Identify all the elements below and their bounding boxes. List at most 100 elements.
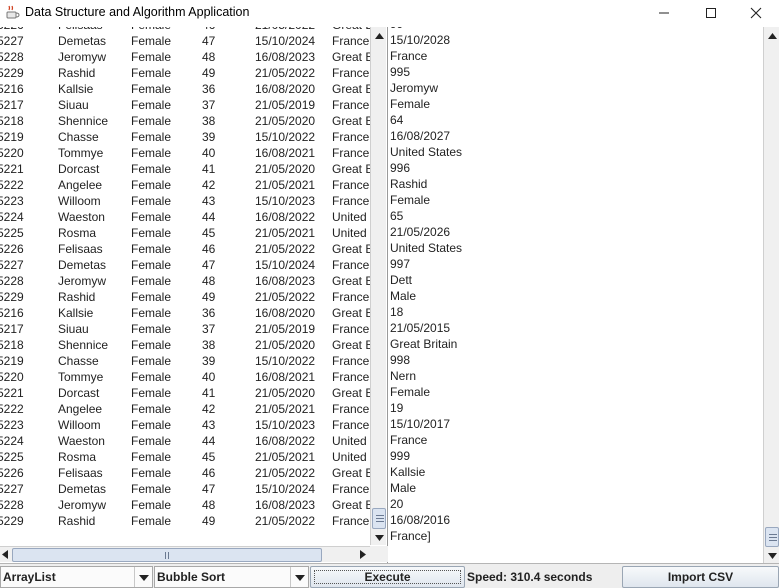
- scroll-down-arrow[interactable]: [371, 530, 387, 544]
- cell-age: 42: [202, 178, 216, 192]
- table-row[interactable]: 5229 Rashid Female 49 21/05/2022 France: [0, 65, 370, 81]
- algorithm-dropdown-button[interactable]: [290, 567, 308, 587]
- table-row[interactable]: 5224 Waeston Female 44 16/08/2022 United S: [0, 433, 370, 449]
- table-row[interactable]: 5216 Kallsie Female 36 16/08/2020 Great Brit: [0, 305, 370, 321]
- table-row[interactable]: 5217 Siuau Female 37 21/05/2019 France: [0, 321, 370, 337]
- table-row[interactable]: 5228 Jeromyw Female 48 16/08/2023 Great B: [0, 497, 370, 513]
- cell-age: 42: [202, 402, 216, 416]
- output-line: France: [390, 433, 428, 447]
- cell-id: 5229: [0, 66, 24, 80]
- cell-country: Great Br: [332, 242, 370, 256]
- records-vertical-scrollbar[interactable]: [370, 27, 386, 545]
- table-row[interactable]: 5227 Demetas Female 47 15/10/2024 France: [0, 481, 370, 497]
- output-line: 995: [390, 65, 411, 79]
- table-row[interactable]: 5223 Willoom Female 43 15/10/2023 France: [0, 417, 370, 433]
- table-row[interactable]: 5220 Tommye Female 40 16/08/2021 France: [0, 369, 370, 385]
- cell-date: 21/05/2019: [255, 98, 316, 112]
- output-line: Jeromyw: [390, 81, 439, 95]
- table-row[interactable]: 5227 Demetas Female 47 15/10/2024 France: [0, 257, 370, 273]
- data-structure-select[interactable]: ArrayList: [0, 566, 153, 588]
- cell-id: 5228: [0, 274, 24, 288]
- output-line: Dett: [390, 273, 413, 287]
- output-line: Female: [390, 97, 431, 111]
- title-bar: Data Structure and Algorithm Application: [0, 0, 779, 27]
- records-list[interactable]: 5226FelisaasFemale4621/05/2022Great Bri5…: [0, 27, 370, 545]
- table-row[interactable]: 5219 Chasse Female 39 15/10/2022 France: [0, 129, 370, 145]
- records-horizontal-scrollbar[interactable]: [0, 546, 370, 562]
- cell-age: 47: [202, 34, 216, 48]
- output-line: 65: [390, 209, 404, 223]
- output-scroll-down-arrow[interactable]: [764, 548, 779, 562]
- cell-country: France: [332, 258, 370, 272]
- algorithm-select[interactable]: Bubble Sort: [154, 566, 309, 588]
- cell-date: 21/05/2020: [255, 162, 316, 176]
- cell-country: France: [332, 290, 370, 304]
- cell-gender: Female: [131, 514, 172, 528]
- maximize-button[interactable]: [688, 0, 734, 26]
- table-row[interactable]: 5226 Felisaas Female 46 21/05/2022 Great Br: [0, 241, 370, 257]
- table-row[interactable]: 5225 Rosma Female 45 21/05/2021 United S: [0, 225, 370, 241]
- cell-gender: Female: [131, 130, 172, 144]
- output-scroll-thumb[interactable]: [765, 527, 779, 547]
- vertical-scroll-thumb[interactable]: [372, 508, 386, 529]
- cell-name: Siuau: [58, 98, 89, 112]
- cell-country: France: [332, 66, 370, 80]
- cell-id: 5226: [0, 242, 24, 256]
- table-row[interactable]: 5218 Shennice Female 38 21/05/2020 Great B: [0, 337, 370, 353]
- table-row[interactable]: 5224 Waeston Female 44 16/08/2022 United S: [0, 209, 370, 225]
- cell-name: Rosma: [58, 226, 97, 240]
- cell-date: 21/05/2021: [255, 226, 316, 240]
- table-row[interactable]: 5223 Willoom Female 43 15/10/2023 France: [0, 193, 370, 209]
- minimize-button[interactable]: [641, 0, 687, 26]
- close-button[interactable]: [733, 0, 779, 26]
- table-row[interactable]: 5227 Demetas Female 47 15/10/2024 France: [0, 33, 370, 49]
- table-row[interactable]: 5221 Dorcast Female 41 21/05/2020 Great Bri: [0, 161, 370, 177]
- cell-country: France: [332, 130, 370, 144]
- table-row[interactable]: 5220 Tommye Female 40 16/08/2021 France: [0, 145, 370, 161]
- cell-name: Dorcast: [58, 386, 100, 400]
- execute-button[interactable]: Execute: [310, 566, 465, 588]
- cell-date: 21/05/2022: [255, 466, 316, 480]
- table-row[interactable]: 5221 Dorcast Female 41 21/05/2020 Great Bri: [0, 385, 370, 401]
- scroll-right-arrow[interactable]: [358, 548, 368, 562]
- data-structure-dropdown-button[interactable]: [134, 567, 152, 587]
- table-row[interactable]: 5218 Shennice Female 38 21/05/2020 Great B: [0, 113, 370, 129]
- cell-date: 21/05/2022: [255, 66, 316, 80]
- chevron-down-icon: [294, 570, 305, 584]
- cell-name: Rashid: [58, 514, 96, 528]
- cell-country: Great Br: [332, 466, 370, 480]
- output-text-area[interactable]: 9915/10/2028France995JeromywFemale6416/0…: [388, 27, 762, 563]
- horizontal-scroll-thumb[interactable]: [12, 548, 322, 562]
- table-row[interactable]: 5217 Siuau Female 37 21/05/2019 France: [0, 97, 370, 113]
- table-row[interactable]: 5222 Angelee Female 42 21/05/2021 France: [0, 177, 370, 193]
- cell-name: Waeston: [58, 434, 105, 448]
- scroll-left-arrow[interactable]: [0, 548, 10, 562]
- cell-country: Great B: [332, 50, 370, 64]
- table-row[interactable]: 5228 Jeromyw Female 48 16/08/2023 Great B: [0, 273, 370, 289]
- cell-gender: Female: [131, 226, 172, 240]
- table-row[interactable]: 5229 Rashid Female 49 21/05/2022 France: [0, 513, 370, 529]
- cell-name: Rashid: [58, 290, 96, 304]
- table-row[interactable]: 5216 Kallsie Female 36 16/08/2020 Great Brit: [0, 81, 370, 97]
- cell-date: 21/05/2020: [255, 338, 316, 352]
- scroll-up-arrow[interactable]: [371, 28, 387, 42]
- cell-date: 21/05/2021: [255, 178, 316, 192]
- output-line: 21/05/2015: [390, 321, 451, 335]
- table-row[interactable]: 5229 Rashid Female 49 21/05/2022 France: [0, 289, 370, 305]
- output-vertical-scrollbar[interactable]: [763, 27, 779, 563]
- table-row[interactable]: 5226 Felisaas Female 46 21/05/2022 Great Br: [0, 465, 370, 481]
- cell-id: 5218: [0, 338, 24, 352]
- table-row[interactable]: 5228 Jeromyw Female 48 16/08/2023 Great B: [0, 49, 370, 65]
- cell-age: 48: [202, 274, 216, 288]
- cell-id: 5221: [0, 386, 24, 400]
- cell-id: 5222: [0, 178, 24, 192]
- table-row[interactable]: 5219 Chasse Female 39 15/10/2022 France: [0, 353, 370, 369]
- cell-age: 47: [202, 258, 216, 272]
- output-scroll-up-arrow[interactable]: [764, 28, 779, 42]
- import-csv-button[interactable]: Import CSV: [622, 566, 779, 588]
- cell-gender: Female: [131, 194, 172, 208]
- cell-age: 46: [202, 242, 216, 256]
- table-row[interactable]: 5225 Rosma Female 45 21/05/2021 United S: [0, 449, 370, 465]
- cell-gender: Female: [131, 27, 171, 32]
- table-row[interactable]: 5222 Angelee Female 42 21/05/2021 France: [0, 401, 370, 417]
